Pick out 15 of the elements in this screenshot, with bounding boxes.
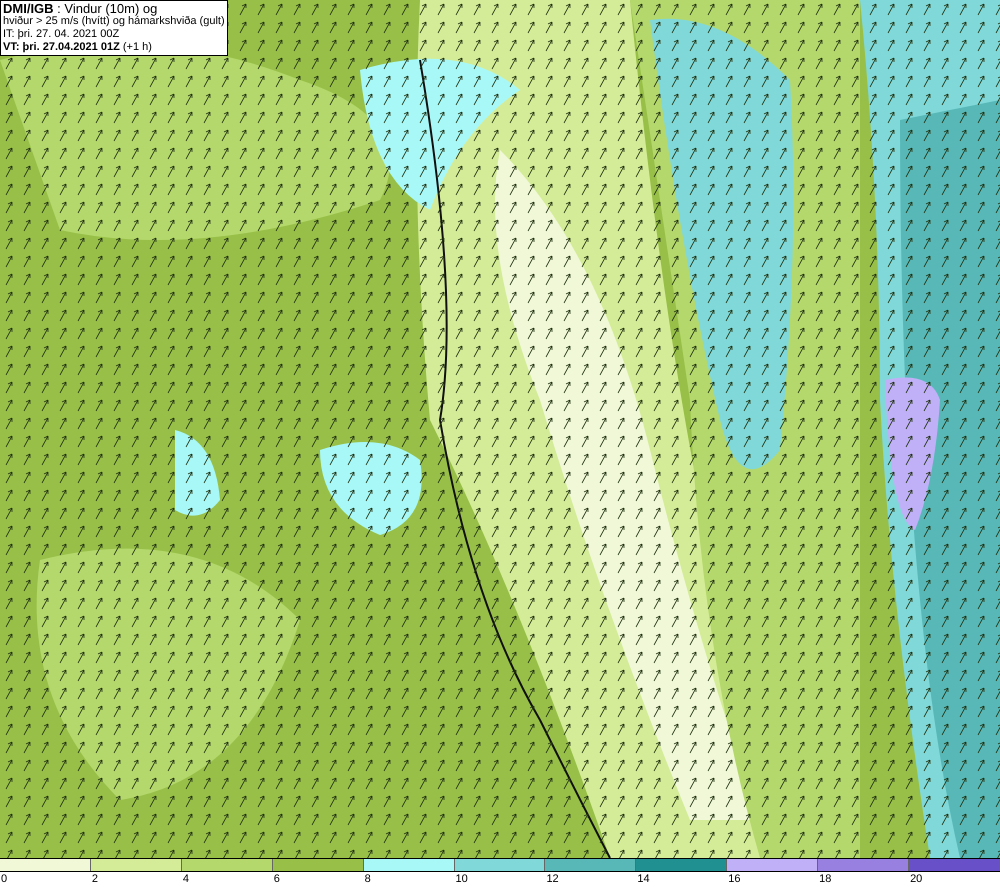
scale-label: 0 — [0, 872, 8, 887]
scale-label: 20 — [909, 872, 924, 887]
scale-label: 4 — [182, 872, 190, 887]
info-text: hviður > 25 m/s (hvítt) og hámarkshviða (gult) — [3, 15, 225, 28]
info-text: IT: þri. 27. 04. 2021 00Z — [3, 28, 120, 41]
scale-label: 12 — [545, 872, 560, 887]
scale-label: 16 — [727, 872, 742, 887]
info-text: VT: þri. 27.04.2021 01Z (+1 h) — [3, 41, 153, 54]
info-text: DMI/IGB : Vindur (10m) og — [3, 2, 158, 15]
scale-label: 6 — [272, 872, 281, 887]
scale-label: 18 — [818, 872, 832, 887]
scale-label: 8 — [364, 872, 372, 887]
scale-label: 14 — [636, 872, 651, 887]
scale-label: 10 — [454, 872, 469, 887]
scale-label: 2 — [90, 872, 100, 887]
